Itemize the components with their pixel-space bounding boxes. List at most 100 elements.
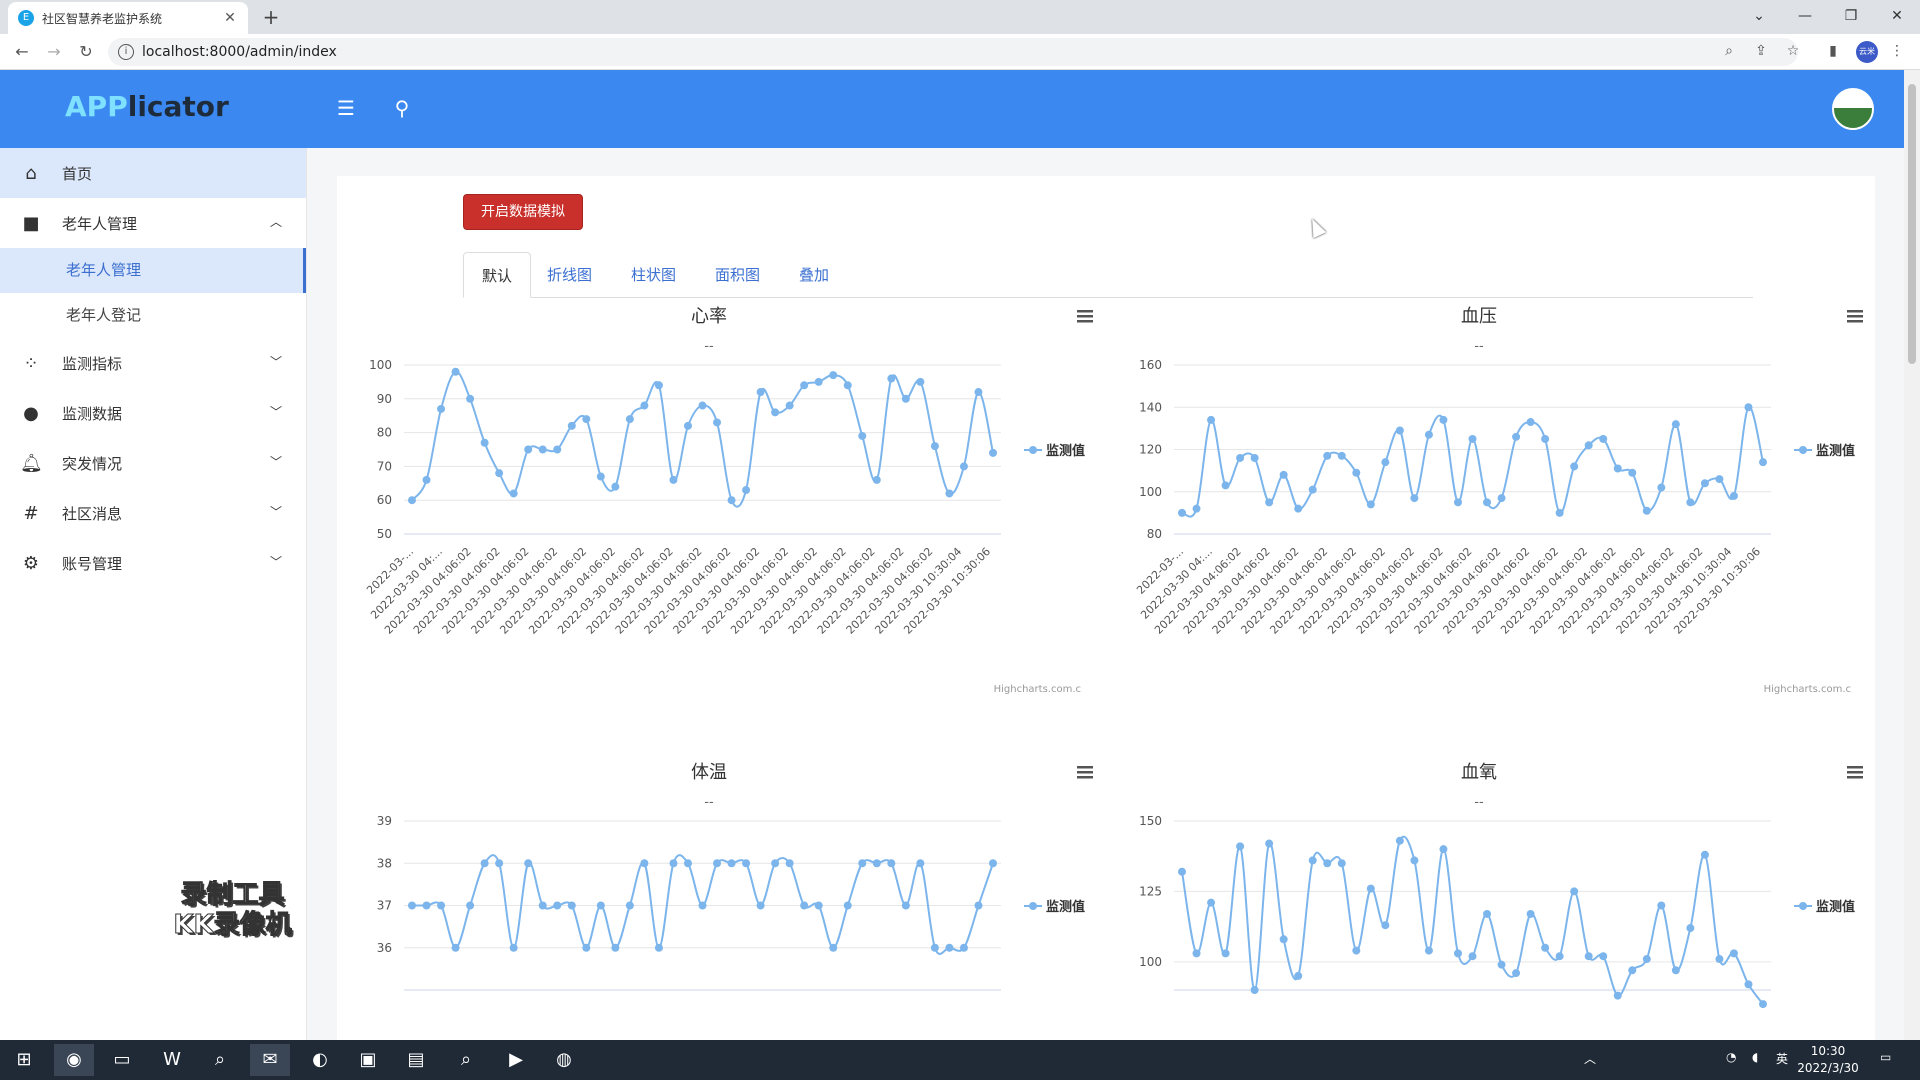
chart-legend[interactable]: 监测值 [1794,899,1855,915]
wechat-icon[interactable]: ✉ [250,1044,290,1076]
data-point [858,431,867,440]
data-point [1628,966,1637,975]
windows-taskbar: ⊞ ◉ ▭ W ⌕ ✉ ◐ ▣ ▤ ⌕ ▶ ◍ ︿ ◔ ◖ 英 10:30 20… [0,1040,1920,1080]
tab-default[interactable]: 默认 [463,252,532,298]
tab-search-icon[interactable]: ⌄ [1736,2,1782,30]
file-explorer-icon[interactable]: ▭ [102,1044,142,1076]
sidebar-item-messages[interactable]: # 社区消息 ﹀ [0,488,306,538]
data-point [422,475,431,484]
data-point [1613,991,1622,1000]
notification-icon[interactable]: ▭ [1880,1050,1891,1064]
taskbar-clock[interactable]: 10:30 2022/3/30 [1796,1043,1860,1077]
data-point [1178,508,1186,517]
sidebar-item-monitor-data[interactable]: ● 监测数据 ﹀ [0,388,306,438]
y-tick-label: 100 [369,358,392,372]
submenu-item-elderly-manage[interactable]: 老年人管理 [0,248,306,293]
minimize-icon[interactable]: — [1782,2,1828,30]
sidebar-item-indicators[interactable]: ⁘ 监测指标 ﹀ [0,338,306,388]
y-tick-label: 38 [377,856,392,870]
notepad-icon[interactable]: ▤ [396,1044,436,1076]
start-simulation-button[interactable]: 开启数据模拟 [463,194,583,230]
browser-search-icon[interactable]: ⌕ [446,1044,486,1076]
tab-column[interactable]: 柱状图 [613,252,694,298]
data-point [1323,859,1332,868]
data-point [1294,971,1303,980]
data-point [1192,504,1201,513]
info-icon[interactable]: i [118,44,134,60]
share-icon[interactable]: ⇪ [1750,40,1772,62]
reload-icon[interactable]: ↻ [74,40,98,64]
star-icon[interactable]: ☆ [1782,40,1804,62]
tray-chevron-icon[interactable]: ︿ [1584,1050,1596,1067]
chart-legend[interactable]: 监测值 [1794,443,1855,459]
browser-tab[interactable]: E 社区智慧养老监护系统 ✕ [8,2,248,34]
square-icon: ■ [22,212,40,234]
sidebar-item-home[interactable]: ⌂ 首页 [0,148,306,198]
recorder-icon[interactable]: ◍ [544,1044,584,1076]
data-point [1308,856,1317,865]
app-logo: APPlicator [65,90,229,123]
kebab-menu-icon[interactable]: ⋮ [1886,40,1908,62]
chart-menu-icon[interactable] [1847,766,1863,779]
sidebar-item-accounts[interactable]: ⚙ 账号管理 ﹀ [0,538,306,588]
data-point [785,401,794,410]
app-header: APPlicator ☰ ⚲ [0,70,1904,148]
data-point [596,472,605,481]
back-arrow-icon[interactable]: ← [10,40,34,64]
chart-menu-icon[interactable] [1847,310,1863,323]
chevron-down-icon: ﹀ [269,405,282,419]
data-point [974,388,983,397]
data-point [742,859,751,868]
volume-icon[interactable]: ◖ [1752,1050,1758,1064]
restore-icon[interactable]: ❐ [1828,2,1874,30]
submenu-item-elderly-register[interactable]: 老年人登记 [0,293,306,338]
menu-collapse-icon[interactable]: ☰ [334,96,358,120]
data-point [713,418,722,427]
tab-line[interactable]: 折线图 [529,252,610,298]
network-icon[interactable]: ◔ [1726,1050,1736,1064]
scrollbar-thumb[interactable] [1908,84,1916,364]
data-point [1700,850,1709,859]
data-point [930,442,939,451]
sidebar-item-elderly[interactable]: ■ 老年人管理 ︿ [0,198,306,248]
sidepanel-icon[interactable]: ▮ [1822,40,1844,62]
game-icon[interactable]: ▣ [348,1044,388,1076]
data-point [1671,420,1680,429]
data-point [524,859,533,868]
chrome-icon[interactable]: ◉ [54,1044,94,1076]
zoom-icon[interactable]: ⌕ [1718,40,1740,62]
app-green-icon[interactable]: ◐ [300,1044,340,1076]
data-point [1759,458,1767,467]
ime-indicator[interactable]: 英 [1776,1050,1788,1067]
windows-start-icon[interactable]: ⊞ [4,1044,44,1076]
url-input[interactable]: i localhost:8000/admin/index [108,38,1798,66]
tab-area[interactable]: 面积图 [697,252,778,298]
chart-legend[interactable]: 监测值 [1024,899,1085,915]
data-point [1671,966,1680,975]
chart-menu-icon[interactable] [1077,766,1093,779]
sidebar-item-emergency[interactable]: 🔔︎ 突发情况 ﹀ [0,438,306,488]
data-point [1497,494,1506,503]
wps-icon[interactable]: W [152,1044,192,1076]
chart-legend[interactable]: 监测值 [1024,443,1085,459]
profile-avatar[interactable]: 云米 [1856,41,1878,63]
video-icon[interactable]: ▶ [496,1044,536,1076]
data-point [1410,494,1419,503]
new-tab-button[interactable]: + [260,6,282,28]
vertical-scrollbar[interactable] [1904,70,1920,1040]
data-point [872,859,881,868]
close-window-icon[interactable]: ✕ [1874,2,1920,30]
data-point [1512,969,1521,978]
tab-close-icon[interactable]: ✕ [222,10,238,26]
data-point [1279,470,1288,479]
address-bar: ← → ↻ i localhost:8000/admin/index ⌕ ⇪ ☆… [0,34,1920,70]
data-point [1729,949,1738,958]
chart-subtitle: -- [704,795,714,810]
search-app-icon[interactable]: ⌕ [200,1044,240,1076]
chart-menu-icon[interactable] [1077,310,1093,323]
tab-stack[interactable]: 叠加 [781,252,847,298]
forward-arrow-icon[interactable]: → [42,40,66,64]
user-avatar[interactable] [1832,88,1874,130]
data-point [771,859,780,868]
paperclip-icon[interactable]: ⚲ [390,96,414,120]
